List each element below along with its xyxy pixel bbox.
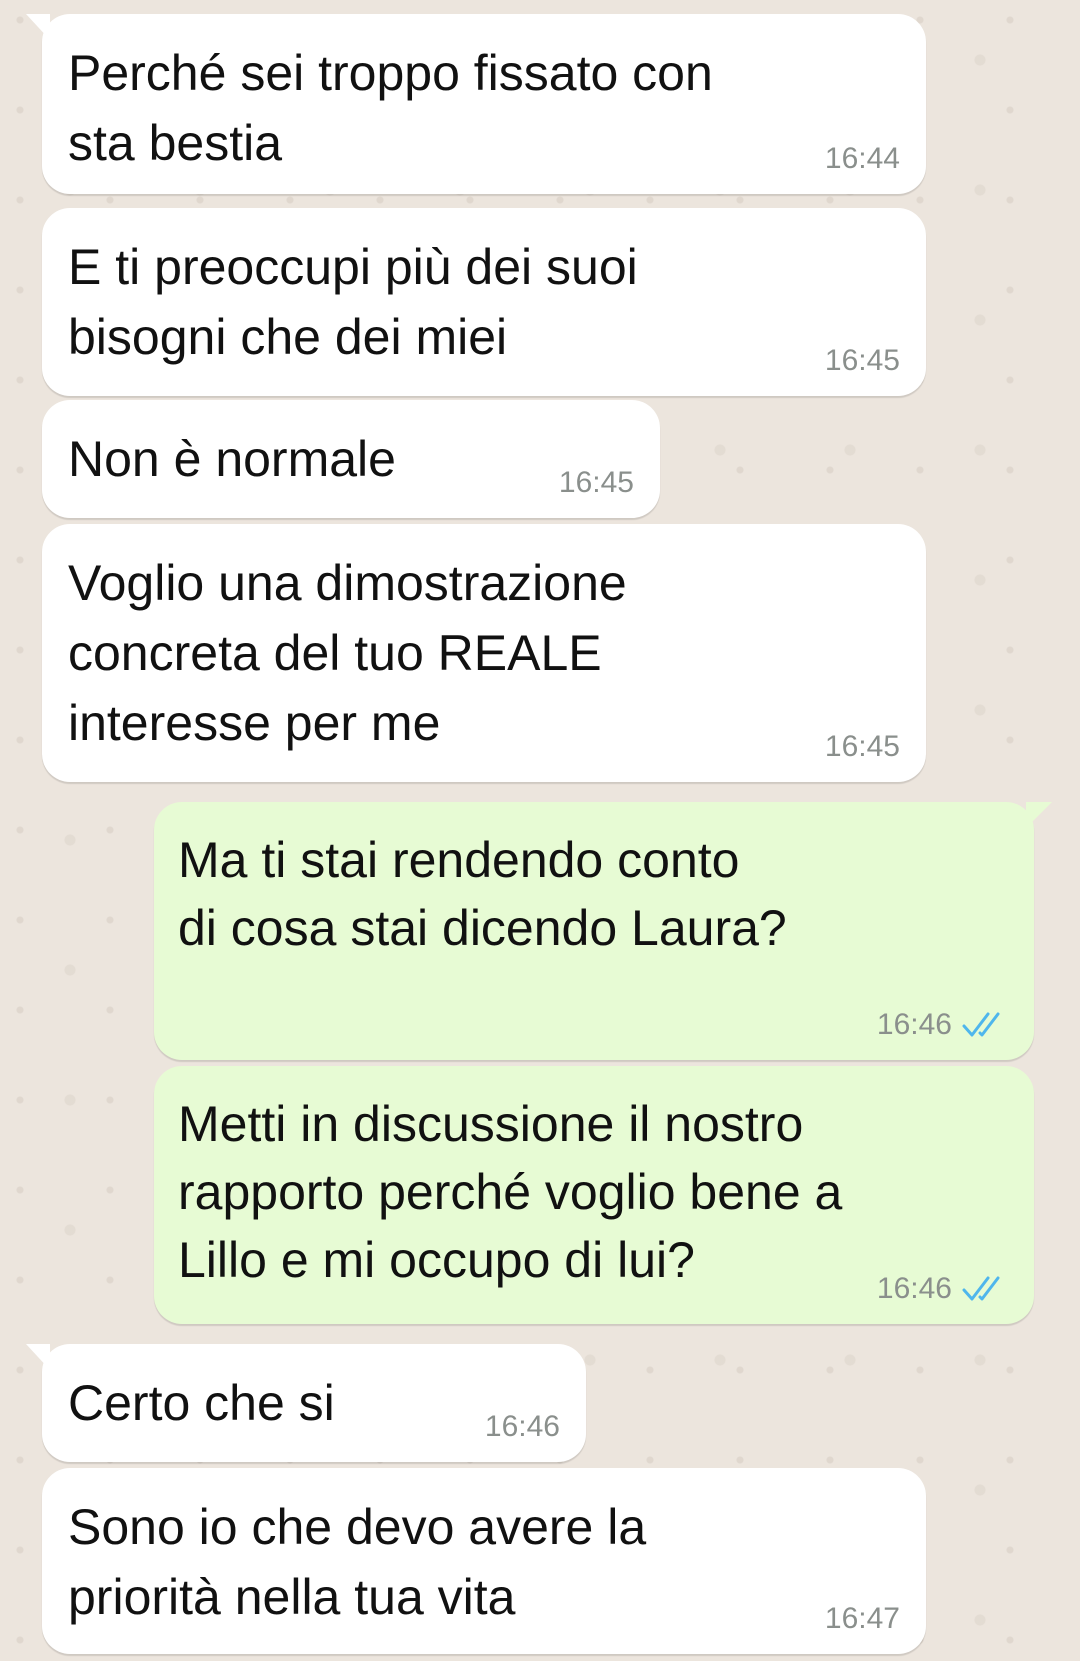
- message-timestamp: 16:47: [824, 1602, 900, 1635]
- message-timestamp: 16:46: [876, 1272, 952, 1305]
- message-text: Perché sei troppo fissato con sta bestia: [68, 45, 713, 171]
- message-timestamp: 16:46: [876, 1008, 952, 1041]
- message-timestamp: 16:46: [484, 1410, 560, 1443]
- message-bubble-incoming[interactable]: E ti preoccupi più dei suoi bisogni che …: [42, 208, 926, 396]
- message-bubble-outgoing[interactable]: Ma ti stai rendendo conto di cosa stai d…: [154, 802, 1052, 1060]
- double-check-read-icon: [962, 1276, 1000, 1301]
- message-text: Ma ti stai rendendo conto di cosa stai d…: [178, 832, 787, 956]
- message-timestamp: 16:44: [824, 142, 900, 175]
- message-text: Voglio una dimostrazione concreta del tu…: [68, 555, 627, 751]
- message-timestamp: 16:45: [558, 466, 634, 499]
- message-text: Certo che si: [68, 1375, 335, 1431]
- message-bubble-incoming[interactable]: Voglio una dimostrazione concreta del tu…: [42, 524, 926, 782]
- message-bubble-incoming[interactable]: Perché sei troppo fissato con sta bestia…: [26, 14, 926, 194]
- double-check-read-icon: [962, 1012, 1000, 1037]
- message-text: Non è normale: [68, 431, 396, 487]
- message-text: Metti in discussione il nostro rapporto …: [178, 1096, 843, 1288]
- message-bubble-outgoing[interactable]: Metti in discussione il nostro rapporto …: [154, 1066, 1034, 1324]
- message-timestamp: 16:45: [824, 730, 900, 763]
- message-text: Sono io che devo avere la priorità nella…: [68, 1499, 647, 1625]
- message-bubble-incoming[interactable]: Certo che si 16:46: [26, 1344, 586, 1462]
- message-timestamp: 16:45: [824, 344, 900, 377]
- message-text: E ti preoccupi più dei suoi bisogni che …: [68, 239, 638, 365]
- message-bubble-incoming[interactable]: Non è normale 16:45: [42, 400, 660, 518]
- message-bubble-incoming[interactable]: Sono io che devo avere la priorità nella…: [42, 1468, 926, 1654]
